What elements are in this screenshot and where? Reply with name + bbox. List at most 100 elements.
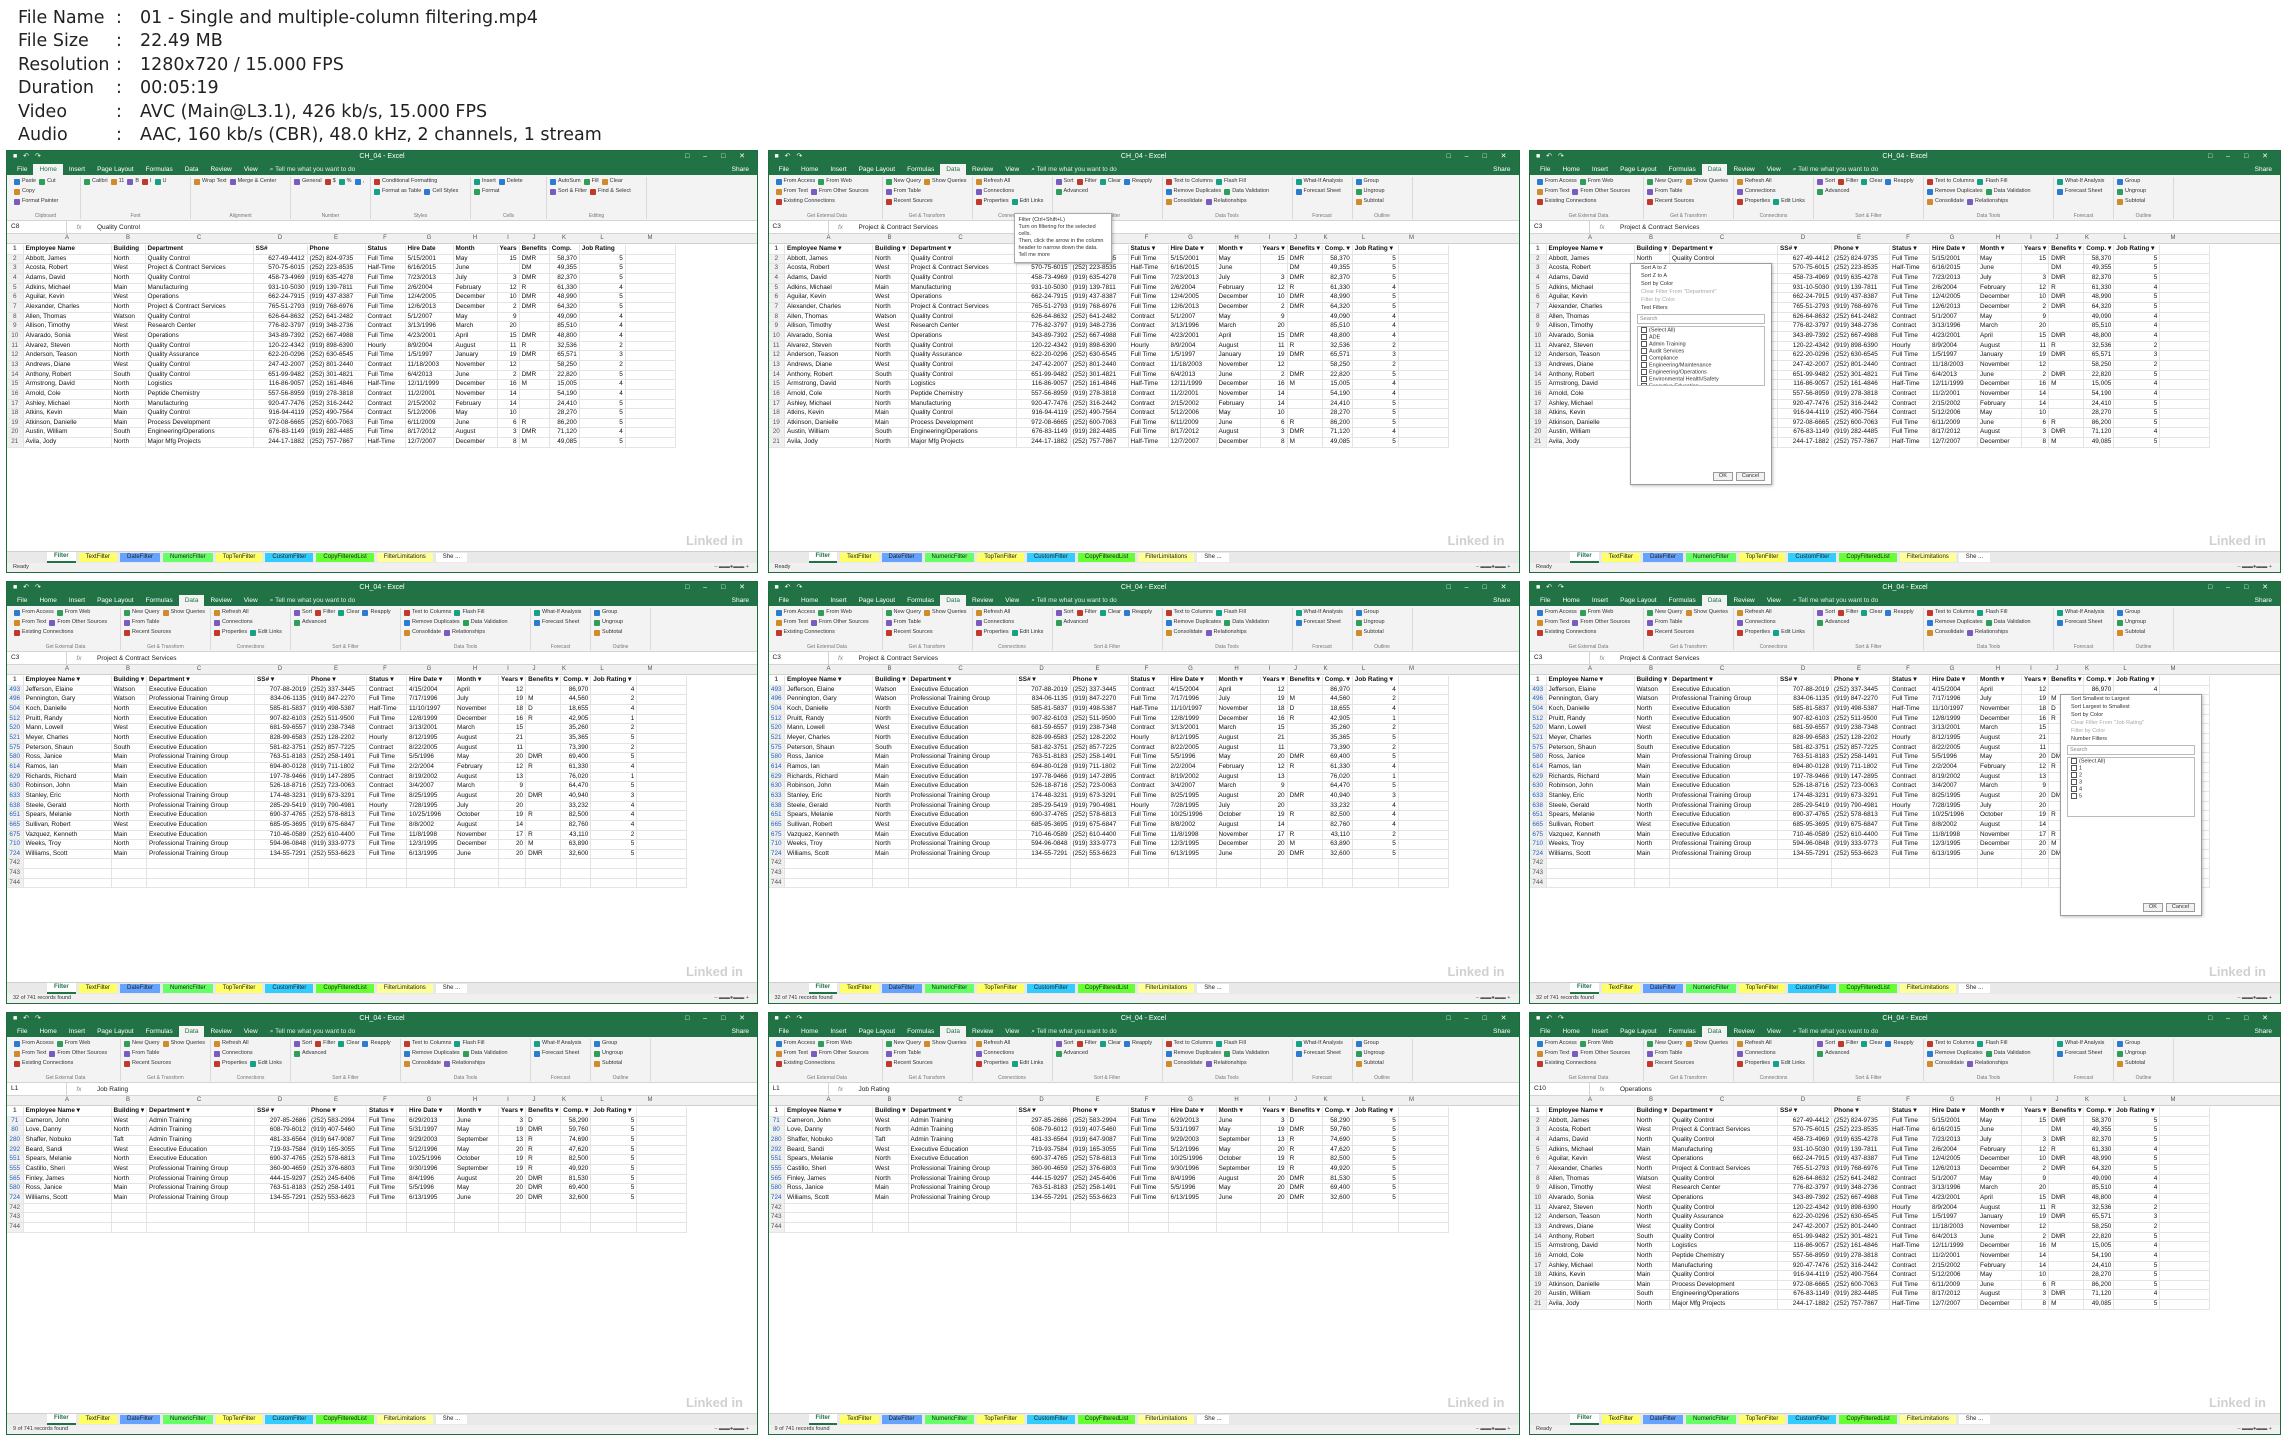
empty-cell[interactable] xyxy=(111,878,148,889)
row-number[interactable]: 633 xyxy=(1530,791,1547,802)
cell[interactable]: Contract xyxy=(1889,781,1931,792)
header-cell[interactable]: Phone ▾ xyxy=(1070,1107,1129,1117)
cell[interactable]: (919) 647-9087 xyxy=(308,1135,368,1146)
row-number[interactable]: 630 xyxy=(1530,781,1547,792)
cell[interactable]: 5/12/1996 xyxy=(1168,1145,1217,1156)
cell[interactable]: Contract xyxy=(365,312,406,323)
cell[interactable]: 4 xyxy=(579,312,626,323)
cell[interactable]: 828-99-6583 xyxy=(1016,733,1071,744)
ribbon-button-sort[interactable]: Sort xyxy=(294,1039,312,1048)
header-cell[interactable]: Phone ▾ xyxy=(308,676,368,686)
cell[interactable]: Executive Education xyxy=(146,781,256,792)
empty-cell[interactable] xyxy=(1546,858,1635,870)
row-number[interactable]: 743 xyxy=(1530,868,1547,879)
ribbon-button-advanced[interactable]: Advanced xyxy=(1817,1049,1849,1058)
cell[interactable]: Armstrong, David xyxy=(1546,379,1635,390)
ribbon-button-group[interactable]: Group xyxy=(2117,608,2140,617)
cell[interactable]: 5 xyxy=(1352,273,1399,284)
cell[interactable]: 444-15-9297 xyxy=(1016,1174,1071,1185)
column-header-J[interactable]: J xyxy=(1281,1096,1311,1105)
cell[interactable]: 12/11/1999 xyxy=(1168,379,1217,390)
cell[interactable]: 14 xyxy=(2021,820,2050,831)
cell[interactable]: 526-18-8716 xyxy=(1777,781,1833,792)
row-number[interactable]: 14 xyxy=(7,370,24,381)
tab-view[interactable]: View xyxy=(1761,595,1787,606)
row-number[interactable]: 8 xyxy=(1530,312,1547,323)
empty-cell[interactable] xyxy=(1128,868,1169,879)
sheet-tab-toptenfilter[interactable]: TopTenFilter xyxy=(215,553,263,562)
cell[interactable]: (252) 553-6623 xyxy=(1070,1193,1129,1204)
cell[interactable]: North xyxy=(111,1154,148,1165)
cell[interactable]: 2 xyxy=(590,723,638,734)
cell[interactable]: Full Time xyxy=(1128,292,1169,303)
cell[interactable]: Abbott, James xyxy=(23,254,112,265)
tab-file[interactable]: File xyxy=(1534,1026,1556,1037)
cell[interactable]: January xyxy=(1216,350,1261,361)
column-header-G[interactable]: G xyxy=(405,1096,453,1105)
cell[interactable]: November xyxy=(1216,360,1261,371)
cell[interactable]: 58,370 xyxy=(1322,254,1353,265)
cell[interactable]: 5 xyxy=(590,781,638,792)
cell[interactable]: 12/4/2005 xyxy=(1929,1154,1979,1165)
cell[interactable]: 16 xyxy=(2021,714,2050,725)
cell[interactable]: 5 xyxy=(2113,273,2161,284)
row-number[interactable]: 5 xyxy=(1530,283,1547,294)
cell[interactable]: 5 xyxy=(1352,752,1399,763)
cell[interactable]: Alvarez, Steven xyxy=(1546,1203,1635,1214)
cell[interactable]: October xyxy=(1977,810,2023,821)
cell[interactable]: 64,320 xyxy=(2083,1164,2115,1175)
sheet-tab-datefilter[interactable]: DateFilter xyxy=(881,553,922,562)
cell[interactable]: 5/12/2006 xyxy=(405,408,454,419)
sheet-tab-textfilter[interactable]: TextFilter xyxy=(78,984,118,993)
cell[interactable]: (252) 578-6813 xyxy=(1070,1154,1129,1165)
empty-cell[interactable] xyxy=(1398,1174,1449,1185)
cell[interactable]: 920-47-7476 xyxy=(253,399,308,410)
empty-cell[interactable] xyxy=(625,341,676,352)
cell[interactable]: Half-Time xyxy=(1889,1125,1931,1136)
cell[interactable]: North xyxy=(1634,714,1671,725)
cell[interactable]: DMR xyxy=(525,849,562,860)
cell[interactable]: 48,990 xyxy=(2083,292,2115,303)
cell[interactable]: Quality Assurance xyxy=(145,350,254,361)
cell[interactable]: Abbott, James xyxy=(784,254,873,265)
cell[interactable]: Half-Time xyxy=(365,437,406,448)
tab-formulas[interactable]: Formulas xyxy=(140,595,179,606)
cell[interactable]: 458-73-4969 xyxy=(1777,273,1833,284)
cell[interactable]: 4 xyxy=(2113,379,2161,390)
cell[interactable]: Project & Contract Services xyxy=(145,302,254,313)
row-number[interactable]: 13 xyxy=(7,360,24,371)
empty-cell[interactable] xyxy=(636,1164,688,1175)
empty-cell[interactable] xyxy=(625,370,676,381)
cell[interactable]: Full Time xyxy=(1128,370,1169,381)
cell[interactable]: 49,090 xyxy=(2083,312,2115,323)
cell[interactable]: 13 xyxy=(2021,772,2050,783)
column-header-H[interactable]: H xyxy=(1215,1096,1259,1105)
row-number[interactable]: 504 xyxy=(7,704,24,715)
cell[interactable]: December xyxy=(1977,1299,2023,1310)
cell[interactable]: 557-56-8959 xyxy=(1777,389,1833,400)
cell[interactable]: 28,270 xyxy=(549,408,580,419)
cell[interactable]: Full Time xyxy=(1889,714,1931,725)
cell[interactable]: September xyxy=(1216,1135,1261,1146)
cell[interactable]: Hourly xyxy=(366,801,408,812)
cell[interactable]: (252) 578-6813 xyxy=(1070,810,1129,821)
cell[interactable]: 1/5/1997 xyxy=(1929,1212,1979,1223)
cell[interactable]: 247-42-2007 xyxy=(1016,360,1071,371)
empty-cell[interactable] xyxy=(2159,399,2211,410)
ribbon-button-what-if-analysis[interactable]: What-If Analysis xyxy=(1295,608,1343,617)
cell[interactable]: DMR xyxy=(1287,302,1323,313)
cell[interactable]: Contract xyxy=(366,772,408,783)
row-number[interactable]: 18 xyxy=(7,408,24,419)
row-number[interactable]: 4 xyxy=(768,273,785,284)
cell[interactable]: July xyxy=(1216,694,1261,705)
empty-cell[interactable] xyxy=(2159,273,2211,284)
empty-cell[interactable] xyxy=(2159,302,2211,313)
empty-cell[interactable] xyxy=(406,1222,456,1233)
column-header-G[interactable]: G xyxy=(1167,234,1215,243)
row-number[interactable]: 13 xyxy=(768,360,785,371)
cell[interactable]: M xyxy=(2048,1241,2085,1252)
cell[interactable]: 11 xyxy=(2021,743,2050,754)
cell[interactable]: December xyxy=(1977,379,2023,390)
tab-formulas[interactable]: Formulas xyxy=(140,164,179,175)
empty-cell[interactable] xyxy=(2159,1164,2211,1175)
